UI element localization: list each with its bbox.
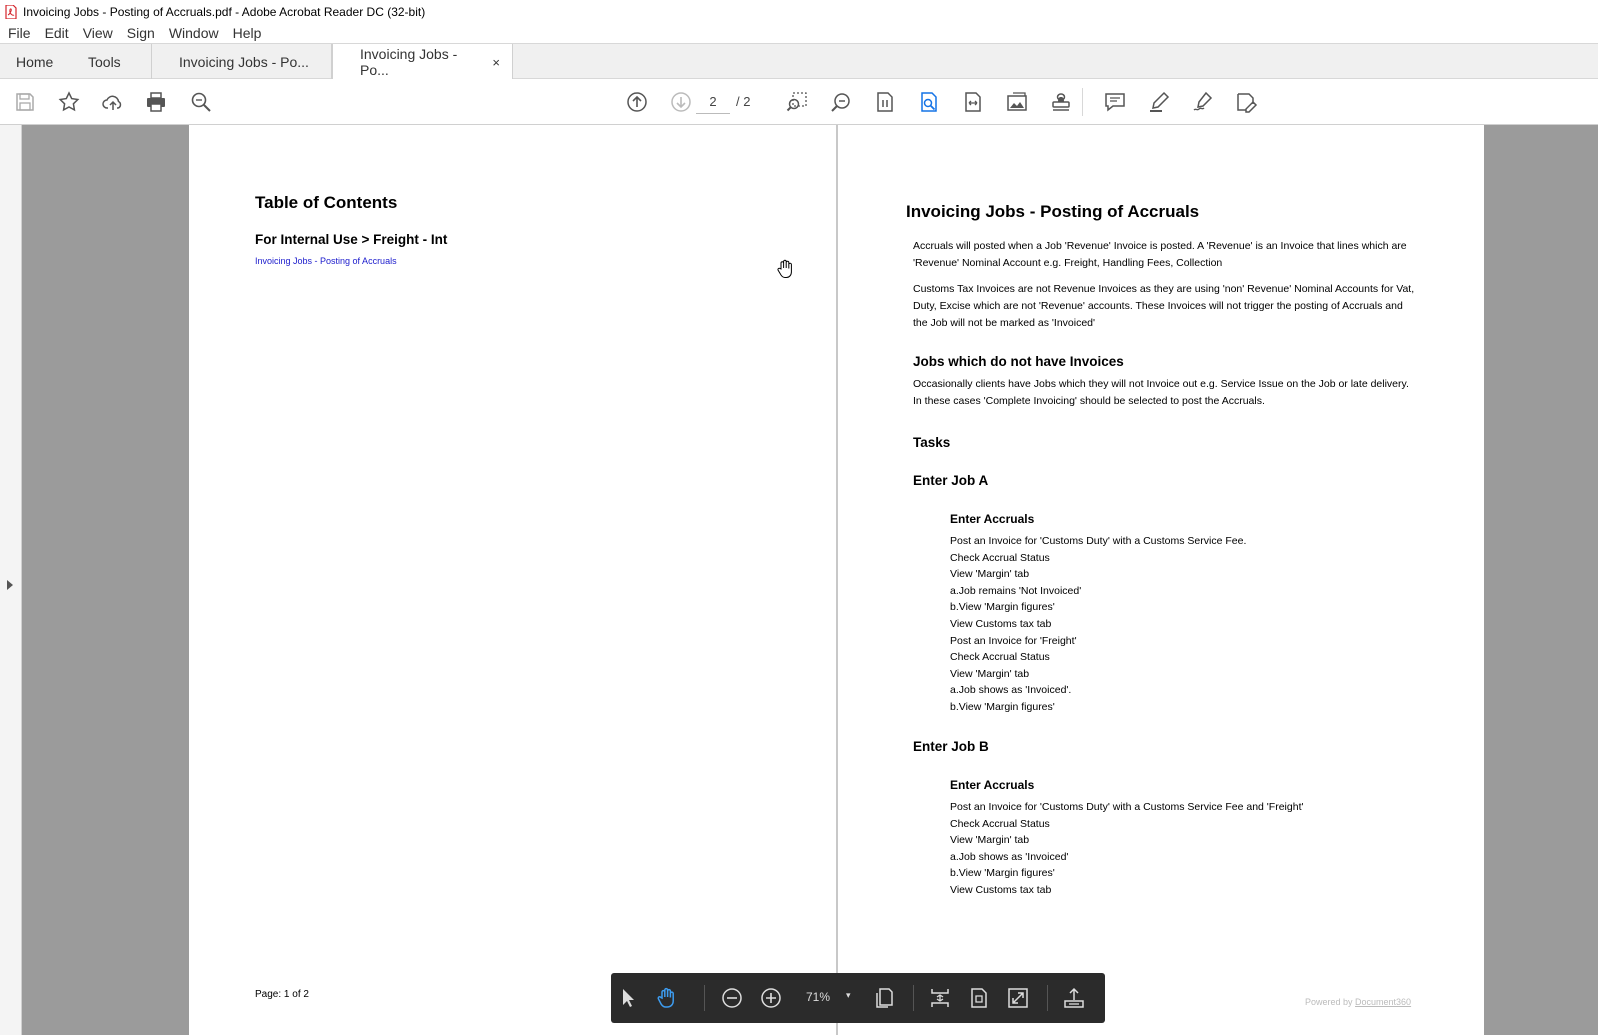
find-icon[interactable] (188, 89, 214, 115)
document-title: Invoicing Jobs - Posting of Accruals (906, 202, 1200, 221)
menu-bar: File Edit View Sign Window Help (0, 23, 1598, 43)
zoom-dropdown-icon[interactable]: ▾ (846, 990, 851, 1001)
window-title: Invoicing Jobs - Posting of Accruals.pdf… (23, 4, 426, 19)
bookmark-star-icon[interactable] (56, 89, 82, 115)
share-icon[interactable] (1061, 985, 1087, 1011)
fit-page-icon[interactable] (966, 985, 992, 1011)
task-list-a: Post an Invoice for 'Customs Duty' with … (950, 533, 1246, 716)
tab-bar: Home Tools Invoicing Jobs - Po... Invoic… (0, 43, 1598, 80)
paragraph-accruals: Accruals will posted when a Job 'Revenue… (913, 240, 1407, 269)
acrobat-pdf-icon (5, 3, 17, 20)
menu-edit[interactable]: Edit (45, 25, 69, 41)
heading-job-a: Enter Job A (913, 473, 989, 488)
list-item: Check Accrual Status (950, 551, 1050, 564)
print-icon[interactable] (143, 89, 169, 115)
heading-job-b: Enter Job B (913, 739, 989, 754)
tab-home-label: Home (16, 53, 54, 70)
save-icon[interactable] (12, 89, 38, 115)
tab-tools-label: Tools (88, 53, 121, 70)
hand-tool-icon[interactable] (654, 985, 680, 1011)
list-item: a.Job shows as 'Invoiced'. (950, 684, 1072, 697)
list-item: b.View 'Margin figures' (950, 867, 1055, 880)
expand-pane-arrow-icon[interactable] (7, 580, 13, 590)
page-down-icon[interactable] (668, 89, 694, 115)
powered-by-prefix: Powered by (1305, 997, 1356, 1007)
upload-cloud-icon[interactable] (100, 89, 126, 115)
page-display-icon[interactable] (871, 985, 897, 1011)
page-footer: Page: 1 of 2 (255, 989, 309, 1000)
paragraph-occasionally: Occasionally clients have Jobs which the… (913, 378, 1409, 407)
heading-tasks: Tasks (913, 435, 951, 450)
page-total: / 2 (736, 94, 751, 109)
page-number-input[interactable]: 2 (696, 90, 730, 114)
marquee-zoom-icon[interactable] (784, 89, 810, 115)
list-item: Check Accrual Status (950, 651, 1050, 664)
list-item: Post an Invoice for 'Customs Duty' with … (950, 801, 1304, 813)
comment-icon[interactable] (1102, 89, 1128, 115)
menu-sign[interactable]: Sign (127, 25, 155, 41)
list-item: View 'Margin' tab (950, 568, 1030, 581)
zoom-in-icon[interactable] (828, 89, 854, 115)
toc-link[interactable]: Invoicing Jobs - Posting of Accruals (255, 256, 397, 266)
page-view-icon[interactable] (872, 89, 898, 115)
powered-by: Powered by Document360 (1305, 997, 1411, 1007)
list-item: Check Accrual Status (950, 817, 1050, 830)
list-item: b.View 'Margin figures' (950, 700, 1055, 713)
toc-heading: Table of Contents (255, 193, 398, 212)
highlight-icon[interactable] (1146, 89, 1172, 115)
menu-help[interactable]: Help (233, 25, 262, 41)
list-item: View 'Margin' tab (950, 834, 1030, 847)
scroll-mode-icon[interactable] (927, 985, 953, 1011)
powered-by-link[interactable]: Document360 (1355, 997, 1411, 1007)
tab-document-2[interactable]: Invoicing Jobs - Po... × (332, 44, 513, 80)
page-up-icon[interactable] (624, 89, 650, 115)
toc-subheading: For Internal Use > Freight - Int (255, 232, 448, 247)
list-item: View 'Margin' tab (950, 667, 1030, 680)
tab-document-1-label: Invoicing Jobs - Po... (179, 53, 309, 70)
menu-view[interactable]: View (83, 25, 113, 41)
floating-separator (1047, 985, 1048, 1011)
list-item: b.View 'Margin figures' (950, 601, 1055, 614)
tab-document-1[interactable]: Invoicing Jobs - Po... (151, 44, 332, 79)
list-item: Post an Invoice for 'Customs Duty' with … (950, 535, 1247, 547)
floating-separator (704, 985, 705, 1011)
fit-width-icon[interactable] (960, 89, 986, 115)
list-item: a.Job shows as 'Invoiced' (950, 850, 1069, 863)
tab-home[interactable]: Home (16, 44, 53, 79)
window-titlebar: Invoicing Jobs - Posting of Accruals.pdf… (0, 0, 1598, 23)
menu-window[interactable]: Window (169, 25, 219, 41)
heading-accruals-b: Enter Accruals (950, 778, 1035, 792)
floating-toolbar (611, 973, 1105, 1023)
edit-icon[interactable] (1233, 89, 1259, 115)
paragraph-customs-tax: Customs Tax Invoices are not Revenue Inv… (913, 283, 1415, 329)
list-item: a.Job remains 'Not Invoiced' (950, 584, 1082, 597)
close-tab-icon[interactable]: × (492, 55, 500, 70)
tab-tools[interactable]: Tools (88, 44, 121, 79)
floating-separator (913, 985, 914, 1011)
task-list-b: Post an Invoice for 'Customs Duty' with … (950, 799, 1304, 899)
hand-cursor-icon (776, 259, 794, 279)
search-doc-icon[interactable] (916, 89, 942, 115)
fullscreen-icon[interactable] (1005, 985, 1031, 1011)
heading-accruals-a: Enter Accruals (950, 512, 1035, 526)
list-item: Post an Invoice for 'Freight' (950, 634, 1077, 647)
select-arrow-icon[interactable] (615, 985, 641, 1011)
list-item: View Customs tax tab (950, 883, 1052, 896)
image-icon[interactable] (1004, 89, 1030, 115)
toolbar-separator (1082, 88, 1083, 116)
menu-file[interactable]: File (8, 25, 31, 41)
sign-icon[interactable] (1190, 89, 1216, 115)
zoom-level[interactable]: 71% (806, 990, 830, 1004)
heading-no-invoices: Jobs which do not have Invoices (913, 354, 1124, 369)
zoom-out-icon[interactable] (719, 985, 745, 1011)
zoom-plus-icon[interactable] (758, 985, 784, 1011)
list-item: View Customs tax tab (950, 617, 1052, 630)
tab-document-2-label: Invoicing Jobs - Po... (360, 46, 458, 78)
stamp-icon[interactable] (1048, 89, 1074, 115)
